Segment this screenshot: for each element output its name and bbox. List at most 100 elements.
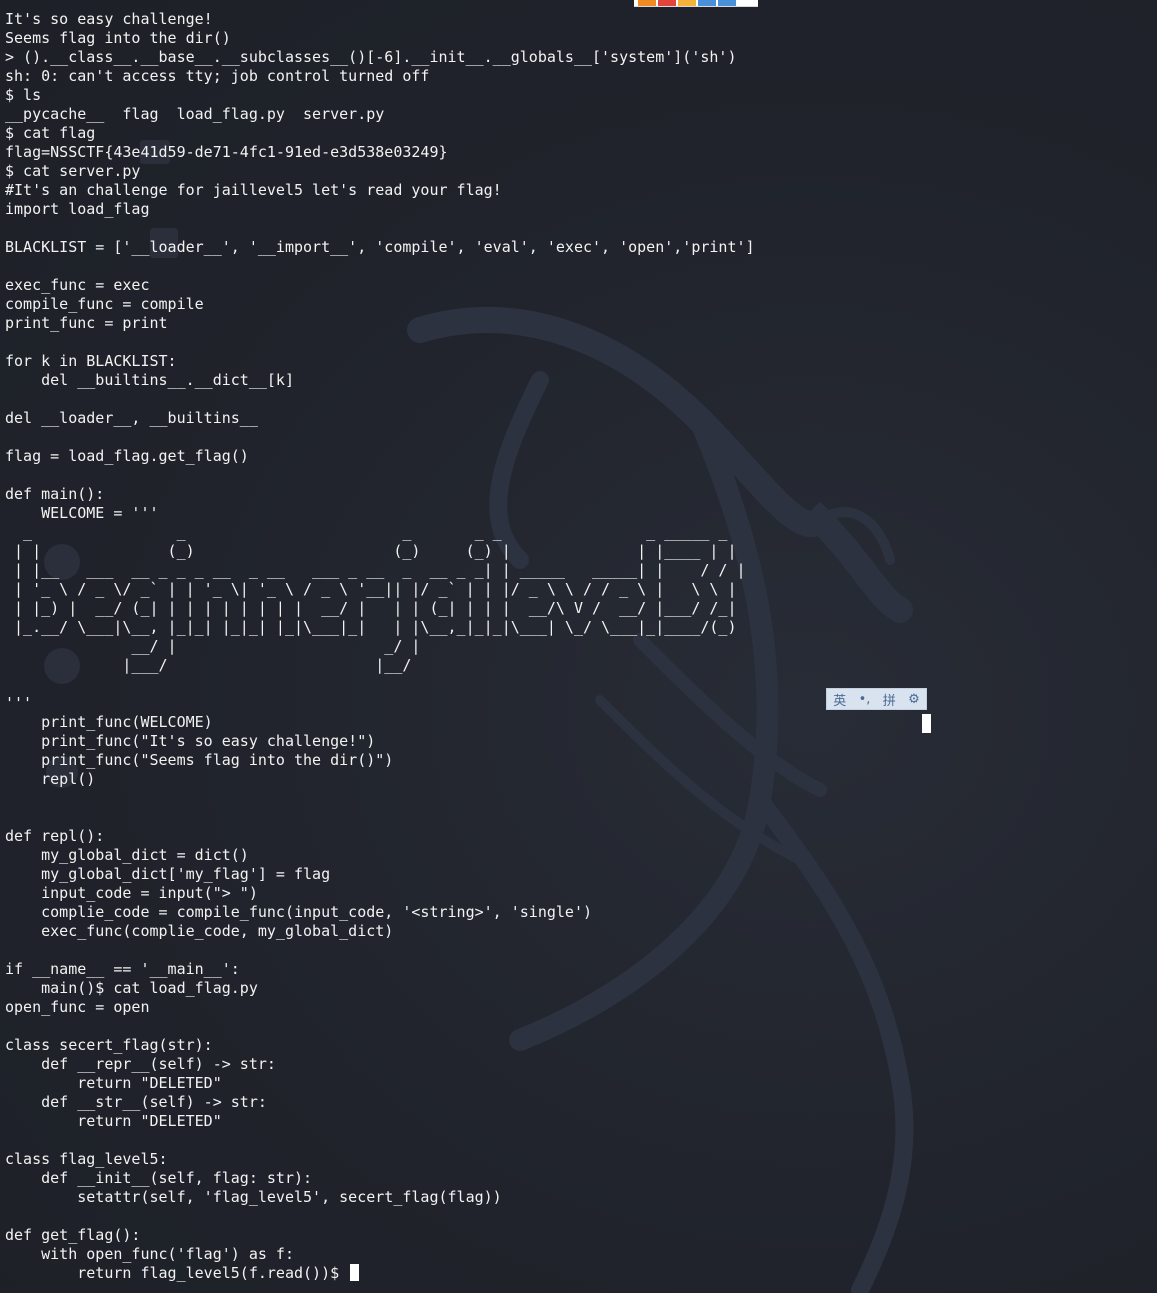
terminal-line: def __init__(self, flag: str): [5, 1169, 1155, 1188]
terminal-line-text: complie_code = compile_func(input_code, … [5, 903, 592, 921]
terminal-line-text: $ cat flag [5, 124, 96, 142]
terminal-line: ''' [5, 694, 1155, 713]
terminal-line: setattr(self, 'flag_level5', secert_flag… [5, 1188, 1155, 1207]
terminal-line: exec_func(complie_code, my_global_dict) [5, 922, 1155, 941]
terminal-line-text: print_func("It's so easy challenge!") [5, 732, 376, 750]
terminal-line-text: Seems flag into the dir() [5, 29, 231, 47]
terminal-line-text: import load_flag [5, 200, 150, 218]
gear-icon[interactable]: ⚙ [908, 692, 920, 707]
ime-language-toggle[interactable]: 英 [833, 690, 846, 709]
terminal-line-text: __pycache__ flag load_flag.py server.py [5, 105, 385, 123]
terminal-line-text: exec_func(complie_code, my_global_dict) [5, 922, 394, 940]
terminal-line-text: return flag_level5(f.read())$ [5, 1264, 349, 1282]
terminal-line: my_global_dict = dict() [5, 846, 1155, 865]
terminal-line-text: #It's an challenge for jaillevel5 let's … [5, 181, 502, 199]
terminal-line: for k in BLACKLIST: [5, 352, 1155, 371]
terminal-line-text: > ().__class__.__base__.__subclasses__()… [5, 48, 737, 66]
terminal-line: > ().__class__.__base__.__subclasses__()… [5, 48, 1155, 67]
terminal-line-text: for k in BLACKLIST: [5, 352, 177, 370]
terminal-line: print_func("It's so easy challenge!") [5, 732, 1155, 751]
terminal-line-text: print_func("Seems flag into the dir()") [5, 751, 394, 769]
terminal-line: sh: 0: can't access tty; job control tur… [5, 67, 1155, 86]
terminal-line-text: | '_ \ / _ \/ _` | | '_ \| '_ \ / _ \ '_… [5, 580, 737, 598]
terminal-line-text: _ _ _ _ _ _ _____ _ [5, 523, 737, 541]
terminal-line: print_func(WELCOME) [5, 713, 1155, 732]
terminal-line: It's so easy challenge! [5, 10, 1155, 29]
terminal-line-text: def repl(): [5, 827, 105, 845]
ime-toolbar[interactable]: 英 •, 拼 ⚙ [826, 688, 927, 710]
terminal-line-text: compile_func = compile [5, 295, 204, 313]
terminal-line-text: ''' [5, 694, 33, 712]
terminal-line: $ cat flag [5, 124, 1155, 143]
terminal-line-text: open_func = open [5, 998, 150, 1016]
terminal-line: $ ls [5, 86, 1155, 105]
ime-pinyin-toggle[interactable]: 拼 [883, 690, 896, 709]
terminal-line: return flag_level5(f.read())$ [5, 1264, 1155, 1283]
terminal-line-text: my_global_dict = dict() [5, 846, 249, 864]
terminal-line-text: BLACKLIST = ['__loader__', '__import__',… [5, 238, 755, 256]
terminal-line-text: print_func(WELCOME) [5, 713, 213, 731]
ime-punctuation-toggle[interactable]: •, [859, 692, 871, 707]
terminal-line-text: | |_) | __/ (_| | | | | | | | | __/ | | … [5, 599, 737, 617]
terminal-line: |_.__/ \___|\__, |_|_| |_|_| |_|\___|_| … [5, 618, 1155, 637]
terminal-line-text: input_code = input("> ") [5, 884, 258, 902]
terminal-window[interactable]: It's so easy challenge! Seems flag into t… [0, 0, 1157, 1293]
terminal-line: def main(): [5, 485, 1155, 504]
terminal-cursor [350, 1264, 360, 1281]
terminal-line: | |__ ___ __ _ _ _ __ _ __ ___ _ __ _ __… [5, 561, 1155, 580]
terminal-line-text: setattr(self, 'flag_level5', secert_flag… [5, 1188, 502, 1206]
terminal-line: print_func = print [5, 314, 1155, 333]
terminal-line-text: |_.__/ \___|\__, |_|_| |_|_| |_|\___|_| … [5, 618, 737, 636]
terminal-line-text: def __init__(self, flag: str): [5, 1169, 313, 1187]
terminal-line: Seems flag into the dir() [5, 29, 1155, 48]
terminal-line-text: $ ls [5, 86, 42, 104]
terminal-line-text: sh: 0: can't access tty; job control tur… [5, 67, 430, 85]
terminal-line-text: del __builtins__.__dict__[k] [5, 371, 294, 389]
terminal-line: def get_flag(): [5, 1226, 1155, 1245]
terminal-line-text: def __repr__(self) -> str: [5, 1055, 276, 1073]
terminal-line-text: class secert_flag(str): [5, 1036, 213, 1054]
terminal-line: | '_ \ / _ \/ _` | | '_ \| '_ \ / _ \ '_… [5, 580, 1155, 599]
terminal-line-text: exec_func = exec [5, 276, 150, 294]
terminal-line-text: |___/ |__/ [5, 656, 737, 674]
terminal-line: flag=NSSCTF{43e41d59-de71-4fc1-91ed-e3d5… [5, 143, 1155, 162]
terminal-line: exec_func = exec [5, 276, 1155, 295]
terminal-line: |___/ |__/ [5, 656, 1155, 675]
terminal-line: $ cat server.py [5, 162, 1155, 181]
terminal-line: __/ | _/ | [5, 637, 1155, 656]
terminal-line-text: del __loader__, __builtins__ [5, 409, 258, 427]
terminal-line: repl() [5, 770, 1155, 789]
terminal-line: return "DELETED" [5, 1074, 1155, 1093]
terminal-line-text: def __str__(self) -> str: [5, 1093, 267, 1111]
terminal-line-text: | |__ ___ __ _ _ _ __ _ __ ___ _ __ _ __… [5, 561, 746, 579]
terminal-line: return "DELETED" [5, 1112, 1155, 1131]
terminal-line-text: if __name__ == '__main__': [5, 960, 240, 978]
terminal-line: with open_func('flag') as f: [5, 1245, 1155, 1264]
terminal-line-text: flag = load_flag.get_flag() [5, 447, 249, 465]
terminal-line-text: def get_flag(): [5, 1226, 141, 1244]
terminal-line: class secert_flag(str): [5, 1036, 1155, 1055]
terminal-line: def repl(): [5, 827, 1155, 846]
terminal-line-text: def main(): [5, 485, 105, 503]
terminal-line-text: print_func = print [5, 314, 168, 332]
terminal-line: del __loader__, __builtins__ [5, 409, 1155, 428]
terminal-line: WELCOME = ''' [5, 504, 1155, 523]
terminal-line: _ _ _ _ _ _ _____ _ [5, 523, 1155, 542]
terminal-line: open_func = open [5, 998, 1155, 1017]
terminal-line: def __str__(self) -> str: [5, 1093, 1155, 1112]
terminal-line-text: with open_func('flag') as f: [5, 1245, 294, 1263]
terminal-line-text: my_global_dict['my_flag'] = flag [5, 865, 331, 883]
terminal-line: def __repr__(self) -> str: [5, 1055, 1155, 1074]
